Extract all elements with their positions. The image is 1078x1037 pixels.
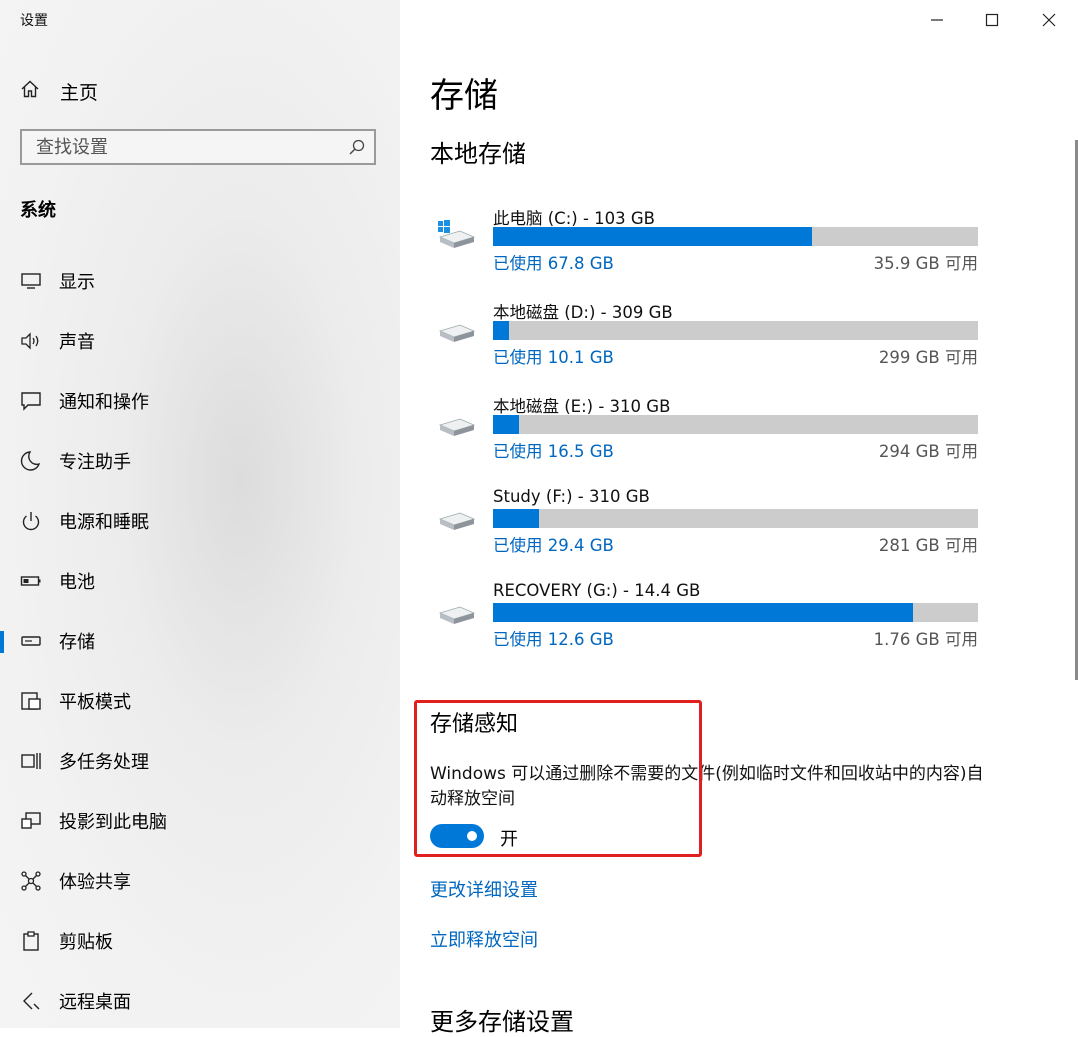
usage-bar	[493, 227, 978, 246]
toggle-state-label: 开	[500, 829, 518, 850]
search-icon[interactable]	[348, 138, 366, 156]
drive-icon	[436, 309, 476, 343]
sidebar-item-battery[interactable]: 电池	[0, 561, 400, 601]
storage-sense-toggle[interactable]	[430, 824, 484, 848]
sidebar-item-label: 平板模式	[59, 692, 131, 713]
sidebar-item-label: 存储	[59, 632, 95, 653]
drive-item[interactable]: RECOVERY (G:) - 14.4 GB 已使用 12.6 GB 1.76…	[436, 581, 981, 661]
more-storage-settings-title: 更多存储设置	[430, 1008, 574, 1036]
sidebar-item-label: 专注助手	[59, 452, 131, 473]
notification-icon	[20, 390, 42, 412]
speaker-icon	[20, 330, 42, 352]
drive-free: 294 GB 可用	[878, 442, 978, 461]
display-icon	[20, 270, 42, 292]
sidebar-item-tablet-mode[interactable]: 平板模式	[0, 681, 400, 721]
drive-name: 本地磁盘 (D:) - 309 GB	[493, 303, 673, 322]
sidebar-item-power[interactable]: 电源和睡眠	[0, 501, 400, 541]
page-title: 存储	[430, 76, 498, 116]
sidebar-item-sound[interactable]: 声音	[0, 321, 400, 361]
drive-icon	[436, 403, 476, 437]
drive-used: 已使用 16.5 GB	[493, 442, 614, 461]
sidebar-item-projecting[interactable]: 投影到此电脑	[0, 801, 400, 841]
usage-bar-fill	[493, 227, 813, 246]
storage-icon	[20, 630, 42, 652]
sidebar-item-storage[interactable]: 存储	[0, 621, 400, 661]
sidebar-item-label: 电源和睡眠	[59, 512, 149, 533]
drive-item[interactable]: 本地磁盘 (D:) - 309 GB 已使用 10.1 GB 299 GB 可用	[436, 299, 981, 379]
sidebar-item-clipboard[interactable]: 剪贴板	[0, 921, 400, 961]
search-box[interactable]	[20, 129, 376, 165]
drive-icon	[436, 591, 476, 625]
tablet-mode-icon	[20, 690, 42, 712]
sidebar-item-multitasking[interactable]: 多任务处理	[0, 741, 400, 781]
drive-free: 299 GB 可用	[878, 348, 978, 367]
close-button[interactable]	[1037, 8, 1061, 32]
active-indicator	[0, 631, 4, 653]
usage-bar-fill	[493, 603, 914, 622]
usage-bar-fill	[493, 415, 519, 434]
usage-bar	[493, 603, 978, 622]
usage-bar-fill	[493, 509, 540, 528]
toggle-knob	[467, 831, 477, 841]
sidebar: 设置 主页 系统 显示 声音 通知和操作 专注助手 电源和睡眠 电池	[0, 0, 400, 1028]
sidebar-item-remote-desktop[interactable]: 远程桌面	[0, 981, 400, 1021]
drive-name: RECOVERY (G:) - 14.4 GB	[493, 581, 701, 600]
usage-bar	[493, 509, 978, 528]
battery-icon	[20, 570, 42, 592]
usage-bar	[493, 415, 978, 434]
sidebar-item-notifications[interactable]: 通知和操作	[0, 381, 400, 421]
maximize-button[interactable]	[980, 8, 1004, 32]
sidebar-item-label: 电池	[59, 572, 95, 593]
sidebar-item-shared-experiences[interactable]: 体验共享	[0, 861, 400, 901]
section-title: 系统	[20, 200, 56, 221]
projecting-icon	[20, 810, 42, 832]
sidebar-item-display[interactable]: 显示	[0, 261, 400, 301]
sidebar-item-label: 声音	[59, 332, 95, 353]
drive-used: 已使用 29.4 GB	[493, 536, 614, 555]
sidebar-item-label: 通知和操作	[59, 392, 149, 413]
main-content: 存储 本地存储 此电脑 (C:) - 103 GB 已使用 67.8 GB 35…	[400, 0, 1078, 1036]
free-space-now-link[interactable]: 立即释放空间	[430, 926, 538, 952]
storage-sense-title: 存储感知	[430, 712, 519, 737]
sidebar-item-label: 多任务处理	[59, 752, 149, 773]
drive-item[interactable]: 此电脑 (C:) - 103 GB 已使用 67.8 GB 35.9 GB 可用	[436, 205, 981, 285]
drive-item[interactable]: Study (F:) - 310 GB 已使用 29.4 GB 281 GB 可…	[436, 487, 981, 567]
moon-icon	[20, 450, 42, 472]
sidebar-item-label: 体验共享	[59, 872, 131, 893]
multitasking-icon	[20, 750, 42, 772]
windows-drive-icon	[436, 215, 476, 249]
sidebar-item-label: 投影到此电脑	[59, 812, 167, 833]
sidebar-item-focus-assist[interactable]: 专注助手	[0, 441, 400, 481]
clipboard-icon	[20, 930, 42, 952]
drive-used: 已使用 12.6 GB	[493, 630, 614, 649]
drive-free: 35.9 GB 可用	[873, 254, 978, 273]
drive-used: 已使用 10.1 GB	[493, 348, 614, 367]
drive-name: Study (F:) - 310 GB	[493, 487, 650, 506]
usage-bar	[493, 321, 978, 340]
change-settings-link[interactable]: 更改详细设置	[430, 876, 538, 902]
drive-used: 已使用 67.8 GB	[493, 254, 614, 273]
drive-free: 281 GB 可用	[878, 536, 978, 555]
sidebar-item-label: 显示	[59, 272, 95, 293]
drive-name: 此电脑 (C:) - 103 GB	[493, 209, 655, 228]
storage-sense-description: Windows 可以通过删除不需要的文件(例如临时文件和回收站中的内容)自动释放…	[430, 764, 984, 809]
share-icon	[20, 870, 42, 892]
sidebar-item-label: 剪贴板	[59, 932, 113, 953]
drive-name: 本地磁盘 (E:) - 310 GB	[493, 397, 671, 416]
drive-free: 1.76 GB 可用	[873, 630, 978, 649]
local-storage-title: 本地存储	[430, 140, 526, 168]
usage-bar-fill	[493, 321, 509, 340]
home-label: 主页	[60, 81, 99, 104]
home-icon	[20, 79, 40, 103]
drive-item[interactable]: 本地磁盘 (E:) - 310 GB 已使用 16.5 GB 294 GB 可用	[436, 393, 981, 473]
minimize-button[interactable]	[925, 8, 949, 32]
window-title: 设置	[20, 13, 48, 29]
remote-desktop-icon	[20, 990, 42, 1012]
home-link[interactable]: 主页	[20, 78, 98, 104]
sidebar-item-label: 远程桌面	[59, 992, 131, 1013]
drive-icon	[436, 497, 476, 531]
search-input[interactable]	[22, 131, 356, 163]
power-icon	[20, 510, 42, 532]
